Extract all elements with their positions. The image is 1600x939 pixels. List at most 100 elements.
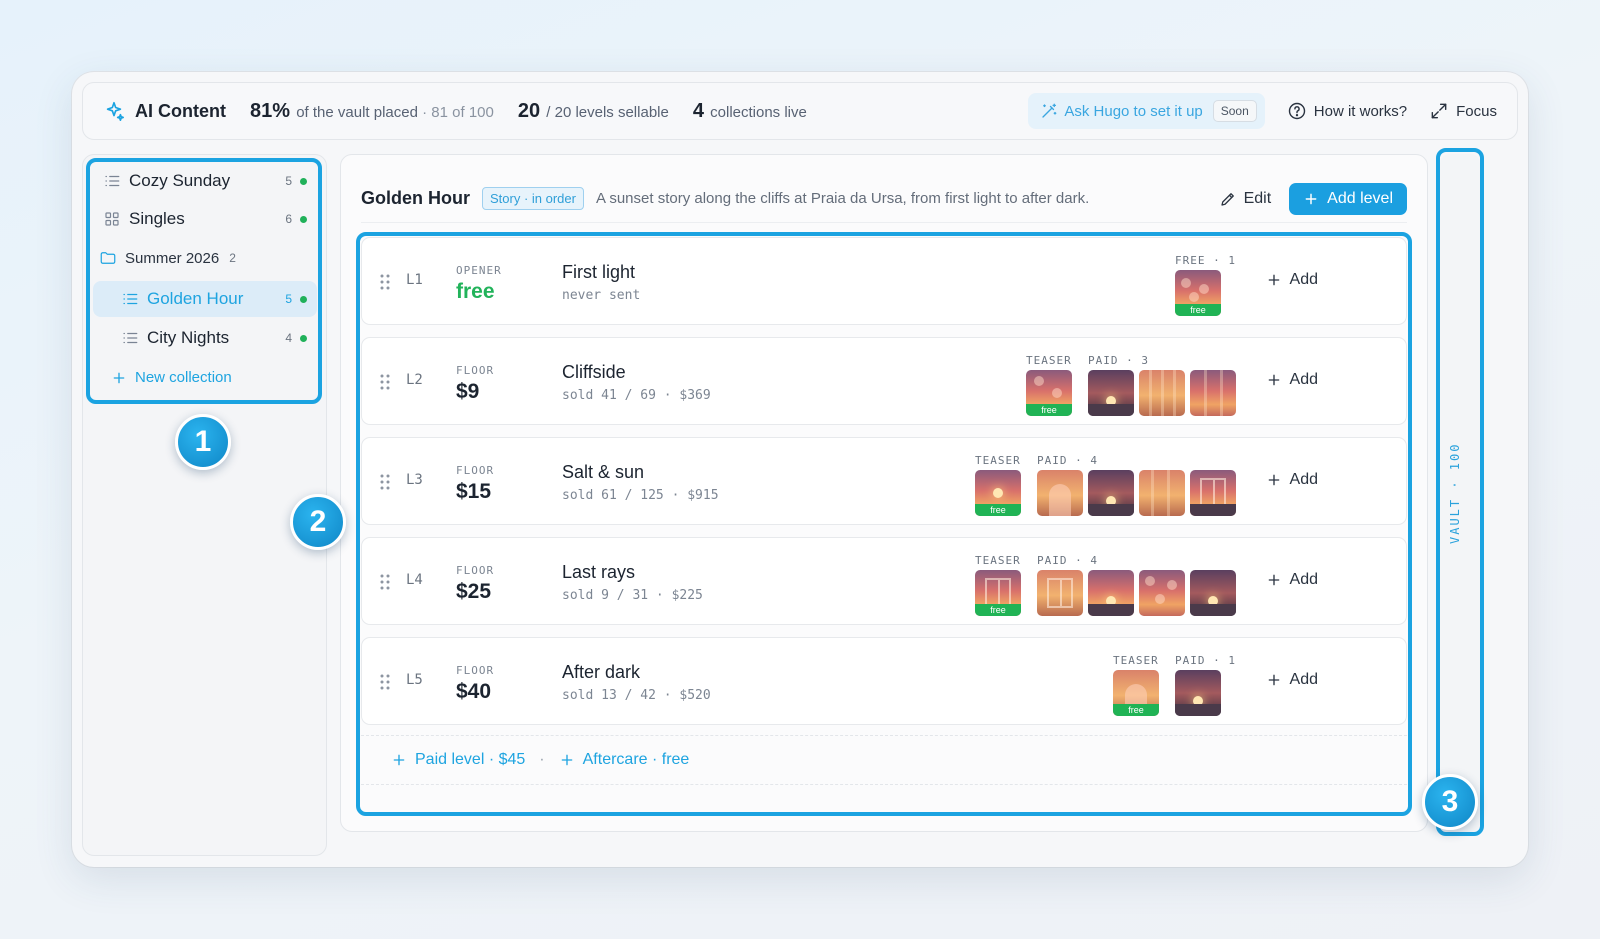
paid-level-label: Paid level · $45 — [415, 751, 526, 768]
level-name: After dark — [562, 662, 641, 682]
drag-handle-icon[interactable] — [380, 374, 390, 390]
levels-number: 20 — [517, 99, 541, 122]
media-thumbnail[interactable] — [1175, 670, 1222, 716]
free-tag: free — [975, 504, 1021, 516]
add-media-button[interactable]: Add — [1266, 471, 1318, 489]
add-media-button[interactable]: Add — [1266, 271, 1318, 289]
sidebar-item-count: 4 — [285, 331, 292, 345]
ask-hugo-label: Ask Hugo to set it up — [1064, 102, 1203, 120]
teaser-label: TEASER — [1026, 354, 1072, 367]
level-row[interactable]: L4 FLOOR $25 Last rays sold 9 / 31 · $22… — [361, 537, 1407, 625]
add-media-button[interactable]: Add — [1266, 671, 1318, 689]
app-name: AI Content — [135, 100, 226, 121]
level-row[interactable]: L5 FLOOR $40 After dark sold 13 / 42 · $… — [361, 637, 1407, 725]
live-status-dot — [300, 177, 307, 185]
level-price: $40 — [456, 680, 492, 703]
add-media-label: Add — [1289, 271, 1318, 288]
plus-icon — [113, 372, 125, 383]
level-media: FREE · 1 free — [1165, 254, 1236, 316]
media-thumbnail[interactable]: free — [1175, 270, 1222, 316]
teaser-label: TEASER — [975, 454, 1021, 467]
live-status-dot — [300, 215, 307, 223]
level-subtitle: sold 9 / 31 · $225 — [562, 588, 703, 603]
level-name: Last rays — [562, 562, 636, 582]
add-media-button[interactable]: Add — [1266, 571, 1318, 589]
media-thumbnail[interactable]: free — [975, 470, 1021, 516]
level-row[interactable]: L3 FLOOR $15 Salt & sun sold 61 / 125 · … — [361, 437, 1407, 525]
vault-label: VAULT · 100 — [1448, 442, 1462, 544]
levels-text: / 20 levels sellable — [546, 103, 669, 121]
folder-icon — [100, 252, 116, 264]
level-media: TEASER free PAID · 1 — [1103, 654, 1236, 716]
media-thumbnail[interactable] — [1088, 370, 1134, 416]
media-thumbnail[interactable] — [1190, 370, 1236, 416]
media-thumbnail[interactable] — [1088, 570, 1134, 616]
how-it-works-button[interactable]: How it works? — [1287, 101, 1407, 121]
media-thumbnail[interactable] — [1139, 470, 1185, 516]
media-thumbnail[interactable] — [1139, 570, 1185, 616]
drag-handle-icon[interactable] — [380, 574, 390, 590]
level-row[interactable]: L1 OPENER free First light never sent FR… — [361, 237, 1407, 325]
level-subtitle: sold 61 / 125 · $915 — [562, 488, 719, 503]
free-tag: free — [975, 604, 1021, 616]
media-thumbnail[interactable]: free — [1026, 370, 1072, 416]
new-collection-button[interactable]: New collection — [111, 369, 232, 386]
media-thumbnail[interactable] — [1190, 470, 1236, 516]
paid-label: PAID · 4 — [1037, 554, 1098, 567]
drag-handle-icon[interactable] — [380, 274, 390, 290]
callout-number-3: 3 — [1422, 774, 1478, 830]
focus-button[interactable]: Focus — [1429, 101, 1497, 121]
add-media-label: Add — [1289, 671, 1318, 688]
level-name: Cliffside — [562, 362, 626, 382]
sidebar-item-golden-hour[interactable]: Golden Hour 5 — [93, 281, 317, 317]
free-group: FREE · 1 free — [1175, 254, 1236, 316]
sidebar-item-count: 5 — [285, 292, 292, 306]
vault-rail[interactable]: VAULT · 100 — [1440, 154, 1480, 832]
sidebar-item-city-nights[interactable]: City Nights 4 — [93, 320, 317, 356]
media-thumbnail[interactable] — [1037, 570, 1083, 616]
ask-hugo-button[interactable]: Ask Hugo to set it up Soon — [1028, 93, 1265, 129]
add-paid-level-link[interactable]: Paid level · $45 — [391, 751, 525, 769]
teaser-group: TEASER free — [975, 554, 1021, 616]
paid-group: PAID · 1 — [1175, 654, 1236, 716]
level-kind: FLOOR — [456, 464, 495, 477]
add-aftercare-link[interactable]: Aftercare · free — [559, 751, 689, 769]
level-row[interactable]: L2 FLOOR $9 Cliffside sold 41 / 69 · $36… — [361, 337, 1407, 425]
drag-handle-icon[interactable] — [380, 674, 390, 690]
free-group-label: FREE · 1 — [1175, 254, 1236, 267]
add-level-button[interactable]: Add level — [1289, 182, 1407, 215]
callout-number-1: 1 — [175, 414, 231, 470]
media-thumbnail[interactable]: free — [975, 570, 1021, 616]
level-id: L2 — [406, 372, 423, 388]
list-icon — [123, 332, 138, 344]
sidebar: Cozy Sunday 5 Singles 6 Summer 2026 2 Go… — [82, 154, 327, 856]
plus-icon — [561, 754, 572, 766]
soon-badge: Soon — [1212, 100, 1257, 122]
edit-button[interactable]: Edit — [1219, 190, 1271, 208]
collections-text: collections live — [710, 103, 807, 121]
collection-panel: Golden Hour Story · in order A sunset st… — [340, 154, 1428, 832]
level-media: TEASER free PAID · 4 — [965, 554, 1236, 616]
paid-group: PAID · 4 — [1037, 554, 1236, 616]
media-thumbnail[interactable] — [1037, 470, 1083, 516]
collections-number: 4 — [692, 99, 704, 122]
sidebar-item-cozy-sunday[interactable]: Cozy Sunday 5 — [93, 163, 317, 199]
level-subtitle: sold 13 / 42 · $520 — [562, 688, 711, 703]
focus-label: Focus — [1456, 102, 1497, 120]
add-level-links: Paid level · $45 · Aftercare · free — [361, 735, 1407, 785]
sidebar-item-singles[interactable]: Singles 6 — [93, 201, 317, 237]
media-thumbnail[interactable]: free — [1113, 670, 1160, 716]
teaser-group: TEASER free — [1026, 354, 1072, 416]
add-media-button[interactable]: Add — [1266, 371, 1318, 389]
level-name: Salt & sun — [562, 462, 645, 482]
drag-handle-icon[interactable] — [380, 474, 390, 490]
separator: · — [539, 751, 545, 768]
sidebar-folder-summer-2026[interactable]: Summer 2026 2 — [99, 249, 236, 267]
level-price: $25 — [456, 580, 492, 603]
expand-icon — [1431, 103, 1447, 119]
teaser-label: TEASER — [975, 554, 1021, 567]
media-thumbnail[interactable] — [1190, 570, 1236, 616]
media-thumbnail[interactable] — [1088, 470, 1134, 516]
list-icon — [123, 293, 138, 305]
media-thumbnail[interactable] — [1139, 370, 1185, 416]
